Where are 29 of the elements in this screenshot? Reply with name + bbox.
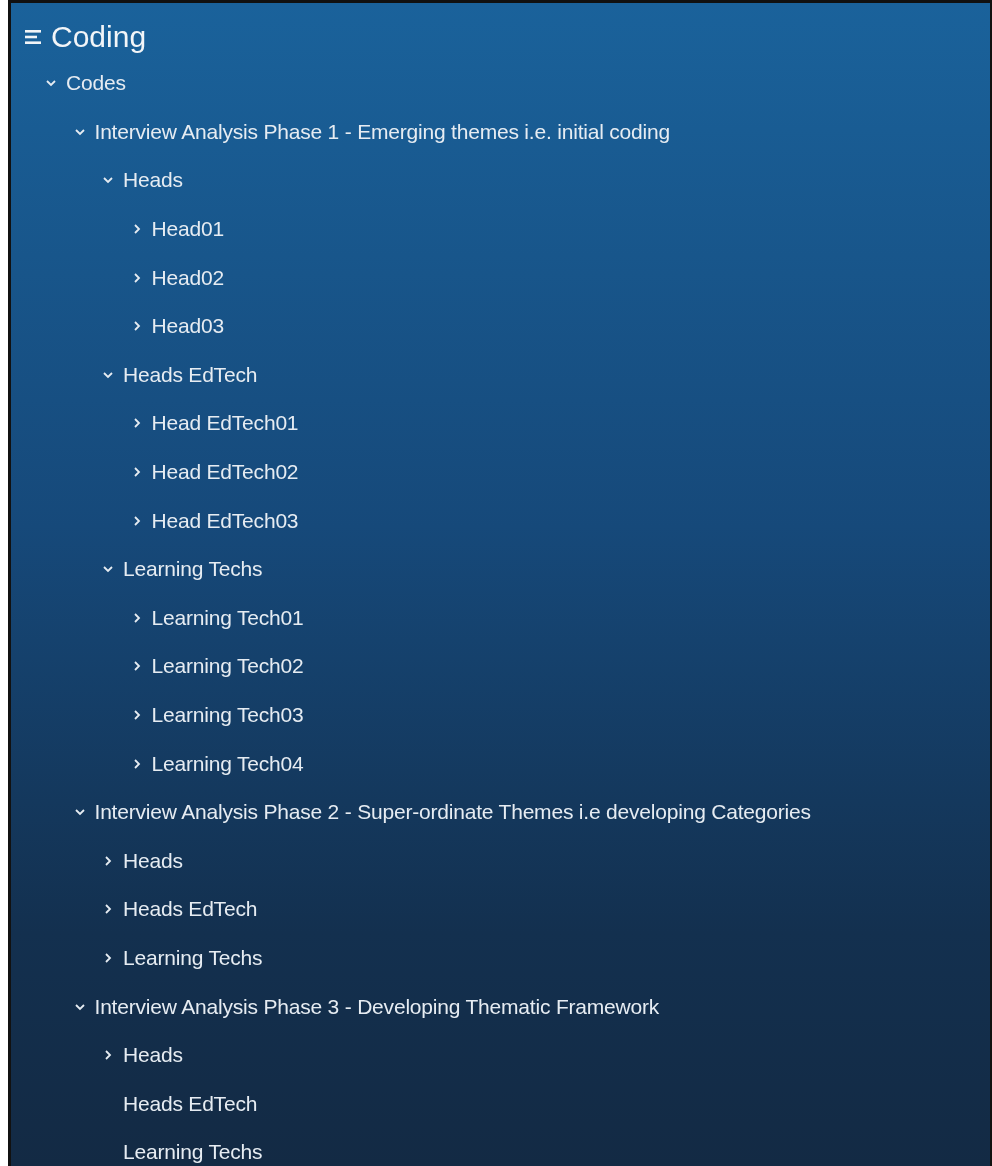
tree-item[interactable]: Interview Analysis Phase 1 - Emerging themes i.e. initial coding xyxy=(94,119,670,144)
chevron-right-icon[interactable] xyxy=(102,952,114,964)
tree-item[interactable]: Learning Tech03 xyxy=(151,703,304,727)
tree-item[interactable]: Head01 xyxy=(151,217,224,242)
tree-item[interactable]: Heads EdTech xyxy=(123,1091,258,1116)
tree-item[interactable]: Interview Analysis Phase 3 - Developing Thematic Framework xyxy=(94,994,660,1019)
tree-item[interactable]: Learning Techs xyxy=(123,557,263,582)
tree-item[interactable]: Learning Tech04 xyxy=(151,751,304,776)
tree-item[interactable]: Heads EdTech xyxy=(123,362,258,387)
chevron-right-icon[interactable] xyxy=(102,903,114,916)
tree-item[interactable]: Heads xyxy=(123,848,183,873)
tree-item[interactable]: Learning Tech01 xyxy=(151,605,304,630)
panel-title: Coding xyxy=(51,20,147,54)
menu-icon[interactable] xyxy=(25,29,43,45)
tree-item[interactable]: Learning Techs xyxy=(123,946,263,970)
tree-item[interactable]: Head02 xyxy=(151,265,224,290)
tree-item[interactable]: Interview Analysis Phase 2 - Super-ordinate Themes i.e developing Categories xyxy=(94,800,811,825)
tree-item[interactable]: Learning Techs xyxy=(123,1140,263,1165)
tree-item[interactable]: Head EdTech01 xyxy=(151,411,299,436)
tree-item[interactable]: Head EdTech03 xyxy=(151,508,299,533)
tree-item[interactable]: Heads EdTech xyxy=(123,897,258,922)
tree-item[interactable]: Head03 xyxy=(151,314,224,339)
tree-item[interactable]: Head EdTech02 xyxy=(151,460,299,485)
tree-item[interactable]: Heads xyxy=(123,1043,183,1068)
chevron-right-icon[interactable] xyxy=(102,1049,114,1062)
tree-item[interactable]: Heads xyxy=(123,168,183,193)
chevron-right-icon[interactable] xyxy=(102,854,114,867)
tree-item[interactable]: Learning Tech02 xyxy=(151,654,304,679)
tree-item[interactable]: Codes xyxy=(66,71,126,96)
